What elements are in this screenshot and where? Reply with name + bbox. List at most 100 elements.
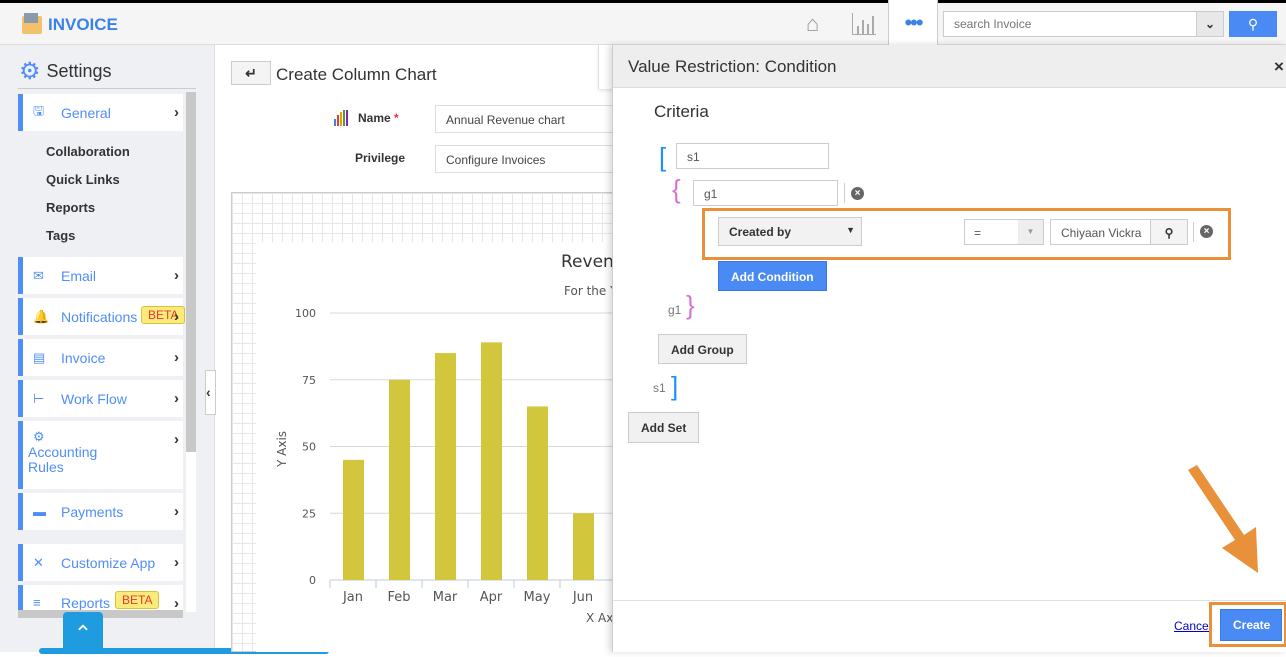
y-axis-label: Y Axis	[275, 431, 289, 468]
monitor-icon: 🖫	[33, 102, 45, 118]
chart-icon[interactable]	[852, 13, 876, 35]
create-button[interactable]: Create	[1220, 609, 1282, 641]
add-set-button[interactable]: Add Set	[628, 412, 700, 443]
sidebar-item-payments[interactable]: ▬ Payments ›	[18, 493, 183, 530]
sidebar-title: ⚙ Settings	[19, 57, 112, 86]
bar-may	[527, 406, 548, 580]
footer-divider	[613, 600, 1286, 601]
set-name-input[interactable]: s1	[676, 143, 829, 169]
chevron-right-icon: ›	[174, 390, 179, 407]
sidebar-item-label: General	[61, 104, 111, 121]
sidebar: ⚙ Settings 🖫 General › Collaboration Quick …	[0, 45, 329, 654]
privilege-select[interactable]: Configure Invoices	[435, 145, 615, 173]
subitem-reports[interactable]: Reports	[46, 200, 95, 215]
sidebar-item-general[interactable]: 🖫 General ›	[18, 94, 183, 131]
top-bar: INVOICE ⌂ ••• ⌄ ⚲	[0, 0, 1286, 48]
scroll-top-button[interactable]: ⌃	[63, 612, 103, 652]
chevron-right-icon: ›	[174, 308, 179, 325]
subitem-quick-links[interactable]: Quick Links	[46, 172, 120, 187]
settings-label: Settings	[46, 61, 112, 81]
sidebar-item-label: Email	[61, 267, 97, 284]
sidebar-item-label: Accounting Rules	[28, 444, 98, 475]
value-search-button[interactable]: ⚲	[1150, 219, 1188, 245]
subitem-collaboration[interactable]: Collaboration	[46, 144, 130, 159]
bar-jan	[343, 459, 364, 580]
sidebar-item-work-flow[interactable]: ⊢ Work Flow ›	[18, 380, 183, 417]
name-input[interactable]: Annual Revenue chart	[435, 105, 615, 133]
bar-jun	[573, 513, 594, 580]
collapse-sidebar-button[interactable]: ‹	[205, 370, 216, 415]
sidebar-item-label: Payments	[61, 503, 124, 520]
chart-title: Reven	[561, 252, 614, 272]
divider	[844, 183, 845, 203]
remove-condition-icon[interactable]: ×	[1200, 225, 1213, 238]
sidebar-item-reports[interactable]: ≡ Reports BETA ›	[18, 585, 183, 610]
bar-feb	[389, 379, 410, 580]
chevron-right-icon: ›	[174, 554, 179, 571]
chevron-right-icon: ›	[174, 503, 179, 520]
set-open-bracket: [	[659, 142, 667, 172]
sidebar-item-email[interactable]: ✉ Email ›	[18, 257, 183, 294]
search-dropdown-button[interactable]: ⌄	[1196, 11, 1224, 37]
panel-title: Value Restriction: Condition	[613, 45, 1286, 88]
home-icon[interactable]: ⌂	[806, 11, 819, 37]
back-button[interactable]: ↵	[231, 61, 271, 85]
chevron-right-icon: ›	[174, 431, 179, 448]
group-open-brace: {	[672, 174, 681, 204]
chevron-right-icon: ›	[174, 595, 179, 610]
close-icon[interactable]: ×	[1274, 57, 1284, 77]
sidebar-item-label: Notifications	[61, 308, 138, 325]
chevron-right-icon: ›	[174, 267, 179, 284]
chart-area: Reven For the Y 0 25 50 75 100 Jan Feb Mar Apr May J…	[256, 242, 623, 652]
add-group-button[interactable]: Add Group	[658, 334, 747, 364]
sidebar-item-invoice[interactable]: ▤ Invoice ›	[18, 339, 183, 376]
x-tick-label: Mar	[433, 590, 458, 605]
gear-list-icon: ⚙	[33, 429, 45, 444]
invoice-icon: ▤	[33, 349, 46, 365]
name-label: Name *	[358, 111, 399, 125]
invoice-logo-icon	[22, 13, 42, 34]
app-logo[interactable]: INVOICE	[22, 13, 118, 35]
operator-select[interactable]: = ▼	[964, 219, 1044, 245]
privilege-label: Privilege	[355, 151, 406, 165]
app-title: INVOICE	[48, 15, 118, 34]
x-tick-label: Jun	[572, 590, 593, 605]
chart-subtitle: For the Y	[564, 284, 616, 298]
x-tick-label: Apr	[480, 590, 503, 605]
more-button[interactable]: •••	[888, 0, 938, 48]
remove-group-icon[interactable]: ×	[851, 187, 864, 200]
chevron-right-icon: ›	[174, 104, 179, 121]
chevron-right-icon: ›	[174, 349, 179, 366]
sidebar-item-label: Customize App	[61, 554, 156, 571]
divider	[1193, 222, 1194, 242]
reports-icon: ≡	[33, 595, 41, 610]
sidebar-item-notifications[interactable]: 🔔 Notifications BETA ›	[18, 298, 186, 335]
y-tick-label: 25	[302, 507, 316, 520]
cancel-link[interactable]: Cancel	[1174, 619, 1209, 633]
group-close-brace: }	[686, 290, 695, 320]
field-select[interactable]: Created by ▼	[718, 217, 862, 246]
sidebar-item-label: Reports	[61, 595, 111, 610]
subitem-tags[interactable]: Tags	[46, 228, 75, 243]
value-input[interactable]: Chiyaan Vickra	[1050, 219, 1151, 245]
x-tick-label: Feb	[387, 590, 410, 605]
page-title: Create Column Chart	[276, 65, 437, 84]
bell-icon: 🔔	[33, 308, 50, 324]
search-button[interactable]: ⚲	[1229, 11, 1277, 37]
group-name-input[interactable]: g1	[693, 180, 838, 206]
criteria-heading: Criteria	[654, 102, 709, 121]
x-tick-label: Jan	[342, 590, 363, 605]
column-chart-icon	[334, 110, 348, 126]
y-tick-label: 100	[295, 307, 316, 320]
vertical-scrollbar[interactable]	[186, 92, 196, 452]
gear-icon: ⚙	[19, 58, 41, 85]
workflow-icon: ⊢	[33, 390, 45, 406]
add-condition-button[interactable]: Add Condition	[718, 261, 827, 291]
sidebar-item-customize-app[interactable]: ✕ Customize App ›	[18, 544, 183, 581]
bar-apr	[481, 342, 502, 580]
card-icon: ▬	[33, 504, 46, 519]
sidebar-item-accounting-rules[interactable]: ⚙ Accounting Rules ›	[18, 421, 183, 489]
bar-mar	[435, 353, 456, 580]
tools-icon: ✕	[33, 554, 44, 570]
search-input[interactable]	[943, 11, 1197, 37]
